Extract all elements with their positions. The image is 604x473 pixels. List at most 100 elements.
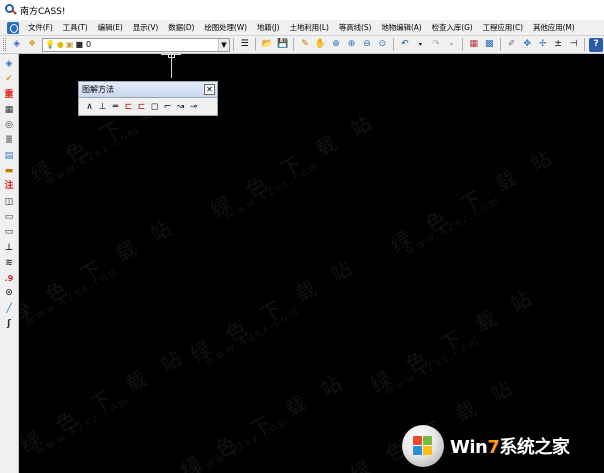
redo-dropdown-icon[interactable]: ▾ — [445, 38, 458, 52]
angle-line-icon[interactable]: ∧ — [83, 101, 96, 114]
elevation-icon[interactable]: .9 — [2, 272, 16, 286]
blocks-icon[interactable]: ≣ — [2, 134, 16, 148]
layer-dropdown[interactable]: 💡 ● ▣ ■ 0 ▼ — [41, 37, 230, 52]
palette-titlebar[interactable]: 图解方法 ✕ — [79, 82, 217, 98]
rect-dash-icon[interactable]: ◫ — [2, 195, 16, 209]
app-menu-icon[interactable] — [7, 21, 19, 34]
badge-seven: 7 — [487, 437, 500, 458]
layer-value: 0 — [86, 40, 92, 49]
matrix-icon[interactable]: ▦ — [2, 103, 16, 117]
watermark-text: 绿 色 下 载 站 — [186, 252, 362, 368]
zoom-in-icon[interactable]: ⊕ — [345, 38, 358, 52]
save-icon[interactable]: 💾 — [276, 38, 289, 52]
step-icon[interactable]: ⌐ — [161, 101, 174, 114]
lock-icon: ▣ — [65, 39, 74, 49]
pencil-icon[interactable]: ✎ — [298, 38, 311, 52]
zoom-window-icon[interactable]: ⊕ — [329, 38, 342, 52]
trim-icon[interactable]: ⊣ — [567, 38, 580, 52]
toolbar-separator — [232, 38, 234, 51]
layers-icon[interactable]: ◈ — [10, 38, 23, 52]
properties-icon[interactable]: ▦ — [467, 38, 480, 52]
drawing-canvas[interactable]: 绿 色 下 载 站 www.42xz.com 绿 色 下 载 站 www.42x… — [19, 54, 604, 473]
menu-cadastre[interactable]: 地籍(J) — [252, 22, 285, 33]
undo-icon[interactable]: ↶ — [398, 38, 411, 52]
parallel-icon[interactable]: ═ — [109, 101, 122, 114]
redo-icon[interactable]: ↷ — [429, 38, 442, 52]
bend-icon[interactable]: ↝ — [174, 101, 187, 114]
grid-icon[interactable]: ▩ — [483, 38, 496, 52]
win7-badge: Win7系统之家 — [400, 419, 604, 473]
menu-bar: 文件(F) 工具(T) 编辑(E) 显示(V) 数据(D) 绘图处理(W) 地籍… — [0, 20, 604, 36]
watermark-text: 绿 色 下 载 站 — [206, 107, 382, 223]
toolbar-separator — [393, 38, 395, 51]
title-bar: 南方CASS! — [0, 0, 604, 20]
color-square-icon: ■ — [75, 39, 84, 49]
zoom-out-icon[interactable]: ⊖ — [360, 38, 373, 52]
menu-view[interactable]: 显示(V) — [128, 22, 163, 33]
curve-icon[interactable]: ʃ — [2, 318, 16, 332]
rectangle-corner-icon[interactable]: ◻ — [148, 101, 161, 114]
offset-line-icon[interactable]: ⊸ — [187, 101, 200, 114]
window-title: 南方CASS! — [20, 6, 66, 17]
offset-icon[interactable]: ± — [551, 38, 564, 52]
palette-title: 图解方法 — [82, 85, 114, 94]
menu-engineering[interactable]: 工程应用(C) — [478, 22, 528, 33]
open-folder-icon[interactable]: 📂 — [260, 38, 273, 52]
badge-rest: 系统之家 — [499, 437, 570, 458]
edit-pen-icon[interactable]: ✐ — [505, 38, 518, 52]
badge-win: Win — [450, 437, 488, 458]
note-icon[interactable]: 注 — [2, 180, 16, 194]
perpendicular-icon[interactable]: ⊥ — [96, 101, 109, 114]
pickbox — [168, 54, 175, 58]
zoom-previous-icon[interactable]: ⊙ — [376, 38, 389, 52]
help-icon[interactable]: ? — [589, 37, 603, 52]
menu-draw-process[interactable]: 绘图处理(W) — [199, 22, 252, 33]
rectangle-icon[interactable]: ▭ — [2, 210, 16, 224]
chevron-down-icon[interactable]: ▼ — [217, 38, 229, 51]
toolbar-separator — [255, 38, 257, 51]
dimension-icon[interactable]: ⊥ — [2, 241, 16, 255]
bracket-left-icon[interactable]: ⊏ — [122, 101, 135, 114]
watermark-text: 绿 色 下 载 站 — [366, 282, 542, 398]
menu-feature-edit[interactable]: 地物编辑(A) — [376, 22, 426, 33]
windows-logo-icon — [402, 425, 444, 467]
layer-state-icon[interactable]: ❖ — [25, 38, 38, 52]
stairs-icon[interactable]: ≋ — [2, 256, 16, 270]
toolbar-grip[interactable] — [3, 38, 6, 51]
move-icon[interactable]: ✥ — [520, 38, 533, 52]
badge-text: Win7系统之家 — [450, 433, 570, 459]
undo-dropdown-icon[interactable]: ▾ — [414, 38, 427, 52]
close-icon[interactable]: ✕ — [204, 84, 215, 95]
watermark-text: 绿 色 下 载 站 — [176, 367, 352, 473]
menu-edit[interactable]: 编辑(E) — [93, 22, 128, 33]
toolbar-separator — [293, 38, 295, 51]
check-mark-icon[interactable]: ✔ — [2, 73, 16, 87]
menu-contours[interactable]: 等高线(S) — [334, 22, 377, 33]
terrain-icon[interactable]: ▤ — [2, 149, 16, 163]
menu-file[interactable]: 文件(F) — [23, 22, 58, 33]
grid-lines-icon[interactable]: ▬ — [2, 165, 16, 179]
watermark-text: 绿 色 下 载 站 — [386, 142, 562, 258]
menu-check-import[interactable]: 检查入库(G) — [427, 22, 478, 33]
target-icon[interactable]: ⊙ — [2, 287, 16, 301]
sun-icon: ● — [56, 39, 64, 49]
weight-icon[interactable]: 重 — [2, 88, 16, 102]
line-icon[interactable]: ╱ — [2, 302, 16, 316]
menu-tools[interactable]: 工具(T) — [58, 22, 93, 33]
circle-point-icon[interactable]: ◎ — [2, 119, 16, 133]
hatch-icon[interactable]: ▭ — [2, 226, 16, 240]
menu-land-use[interactable]: 土地利用(L) — [284, 22, 333, 33]
bulb-icon: 💡 — [44, 39, 55, 49]
snap-icon[interactable]: ✢ — [536, 38, 549, 52]
bracket-right-icon[interactable]: ⊏ — [135, 101, 148, 114]
standard-toolbar: ◈ ❖ 💡 ● ▣ ■ 0 ▼ ☰ 📂 💾 ✎ ✋ ⊕ ⊕ ⊖ ⊙ ↶ ▾ ↷ … — [0, 36, 604, 54]
linetype-icon[interactable]: ☰ — [238, 38, 251, 52]
menu-data[interactable]: 数据(D) — [163, 22, 199, 33]
menu-other[interactable]: 其他应用(M) — [528, 22, 580, 33]
layer-tool-icon[interactable]: ◈ — [2, 58, 16, 72]
palette-tools: ∧ ⊥ ═ ⊏ ⊏ ◻ ⌐ ↝ ⊸ — [79, 98, 217, 114]
left-toolbar: ◈ ✔ 重 ▦ ◎ ≣ ▤ ▬ 注 ◫ ▭ ▭ ⊥ ≋ .9 ⊙ ╱ ʃ — [0, 54, 19, 473]
toolbar-separator — [462, 38, 464, 51]
graphic-method-palette: 图解方法 ✕ ∧ ⊥ ═ ⊏ ⊏ ◻ ⌐ ↝ ⊸ — [78, 81, 218, 116]
zoom-realtime-icon[interactable]: ✋ — [314, 38, 327, 52]
